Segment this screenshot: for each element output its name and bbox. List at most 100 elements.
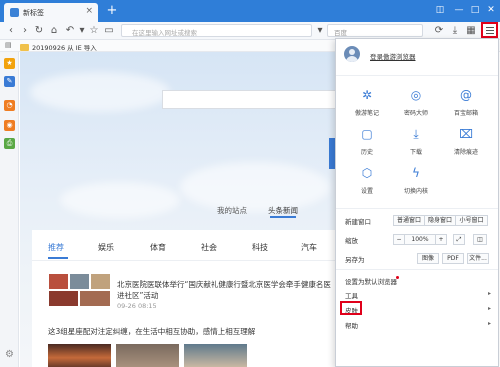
category-sports[interactable]: 体育 [150,242,166,253]
close-button[interactable]: ✕ [483,3,499,17]
bookmark-folder-item[interactable]: 20190926 从 IE 导入 [20,42,97,52]
menu-item-label: 密码大师 [403,110,428,117]
menu-item-password[interactable]: ◎ 密码大师 [396,88,436,124]
tab-close-icon[interactable]: × [85,6,93,16]
address-bar[interactable]: 在这里输入网址或搜索 [121,24,312,37]
user-switch-icon[interactable]: ⟳ [433,24,445,38]
favorites-star-icon[interactable]: ★ [4,58,15,69]
menu-item-tools[interactable]: 工具 [345,290,358,300]
menu-item-history[interactable]: ▢ 历史 [347,127,387,163]
menu-line-icon [486,30,494,31]
menu-item-label: 清除痕迹 [453,149,478,156]
undo-dropdown-icon[interactable]: ▾ [76,24,88,38]
news-title[interactable]: 这3组星座配对注定纠缠，在生活中相互协助，感情上相互理解 [48,326,255,337]
menu-item-label: 历史 [360,149,373,156]
menu-item-mail[interactable]: @ 百宝邮箱 [446,88,486,124]
bookmarks-menu-icon[interactable]: ▤ [5,42,13,49]
menu-item-label: 设置 [360,188,373,195]
news-image[interactable] [184,344,247,367]
zoom-level: 100% [405,234,435,245]
split-view-icon[interactable]: ◫ [473,234,487,245]
address-placeholder: 在这里输入网址或搜索 [132,29,197,37]
menu-item-help[interactable]: 帮助 [345,320,358,330]
favorite-star-icon[interactable]: ☆ [88,24,100,38]
news-title[interactable]: 北京医院医联体举行“国庆献礼健康行暨北京医学会牵手健康名医进社区”活动 [117,279,332,301]
note-icon: ✲ [361,88,373,102]
skin-switch-icon[interactable]: ◫ [432,3,448,17]
forward-icon[interactable]: › [19,24,31,38]
save-pdf-button[interactable]: PDF [442,253,464,264]
minimize-button[interactable]: — [451,3,467,17]
alt-account-window-button[interactable]: 小号窗口 [455,215,488,226]
back-icon[interactable]: ‹ [5,24,17,38]
news-image[interactable] [116,344,179,367]
fingerprint-icon: ◎ [410,88,422,102]
menu-header [336,39,498,76]
tab-new-tab[interactable]: 新标签 × [4,3,98,22]
new-window-label: 新建窗口 [345,218,371,226]
search-engine-dropdown-icon[interactable]: ▾ [314,24,326,38]
maximize-button[interactable]: □ [467,3,483,17]
new-tab-button[interactable]: + [105,3,119,19]
rss-icon[interactable]: ◔ [4,100,15,111]
settings-icon: ⬡ [361,166,373,180]
normal-window-button[interactable]: 普通窗口 [393,215,425,226]
home-icon[interactable]: ⌂ [48,24,60,38]
incognito-window-button[interactable]: 隐身窗口 [424,215,456,226]
menu-item-settings[interactable]: ⬡ 设置 [347,166,387,202]
category-entertainment[interactable]: 娱乐 [98,242,114,253]
avatar[interactable] [344,46,360,62]
tab-favicon-icon [10,8,19,17]
main-menu-button[interactable] [481,22,498,38]
fullscreen-icon[interactable]: ⤢ [453,234,465,245]
page-search-box[interactable] [162,90,337,109]
submenu-arrow-icon: ▸ [488,320,492,327]
category-indicator [48,257,68,259]
menu-item-switch-core[interactable]: ϟ 切换内核 [396,166,436,202]
radio-icon[interactable]: ◉ [4,120,15,131]
submenu-arrow-icon: ▸ [488,290,492,297]
category-society[interactable]: 社会 [201,242,217,253]
save-as-label: 另存为 [345,256,365,264]
refresh-icon[interactable]: ↻ [33,24,45,38]
menu-item-notes[interactable]: ✲ 傲游笔记 [347,88,387,124]
menu-item-label: 傲游笔记 [354,110,379,117]
menu-line-icon [486,27,494,28]
divider [32,260,335,261]
active-tab-indicator [270,216,296,218]
download-icon: ⤓ [413,127,419,141]
lightning-icon: ϟ [412,166,420,180]
category-auto[interactable]: 汽车 [301,242,317,253]
zoom-in-button[interactable]: + [435,234,447,245]
folder-icon [20,43,29,51]
menu-item-label: 下载 [409,149,422,156]
history-icon: ▢ [361,127,373,141]
menu-item-download[interactable]: ⤓ 下载 [396,127,436,163]
search-input[interactable]: 百度 [327,24,423,37]
news-image[interactable] [48,344,111,367]
category-tech[interactable]: 科技 [252,242,268,253]
reader-icon[interactable]: ▭ [103,24,115,38]
login-link[interactable]: 登录傲游浏览器 [370,51,416,61]
zoom-label: 缩放 [345,237,358,245]
category-recommend[interactable]: 推荐 [48,242,64,253]
download-icon[interactable]: ⤓ [449,24,461,38]
menu-item-clear[interactable]: ⌧ 清除痕迹 [446,127,486,163]
trash-icon: ⌧ [459,127,473,141]
news-thumbnail[interactable] [48,273,111,307]
sidebar-settings-icon[interactable]: ⚙ [4,349,15,360]
save-image-button[interactable]: 图像 [417,253,439,264]
divider [336,208,498,209]
undo-icon[interactable]: ↶ [64,24,76,38]
menu-item-default-browser[interactable]: 设置为默认浏览器 [345,276,397,286]
zoom-out-button[interactable]: − [393,234,405,245]
apps-grid-icon[interactable]: ▦ [465,24,477,38]
notes-icon[interactable]: ✎ [4,76,15,87]
tab-headlines[interactable]: 头条新闻 [268,205,298,216]
tab-my-sites[interactable]: 我的站点 [217,205,247,216]
news-categories: 推荐 娱乐 体育 社会 科技 汽车 [46,242,336,254]
menu-item-label: 百宝邮箱 [453,110,478,117]
save-file-button[interactable]: 文件... [467,253,489,264]
print-icon[interactable]: ⎙ [4,138,15,149]
submenu-arrow-icon: ▸ [488,305,492,312]
